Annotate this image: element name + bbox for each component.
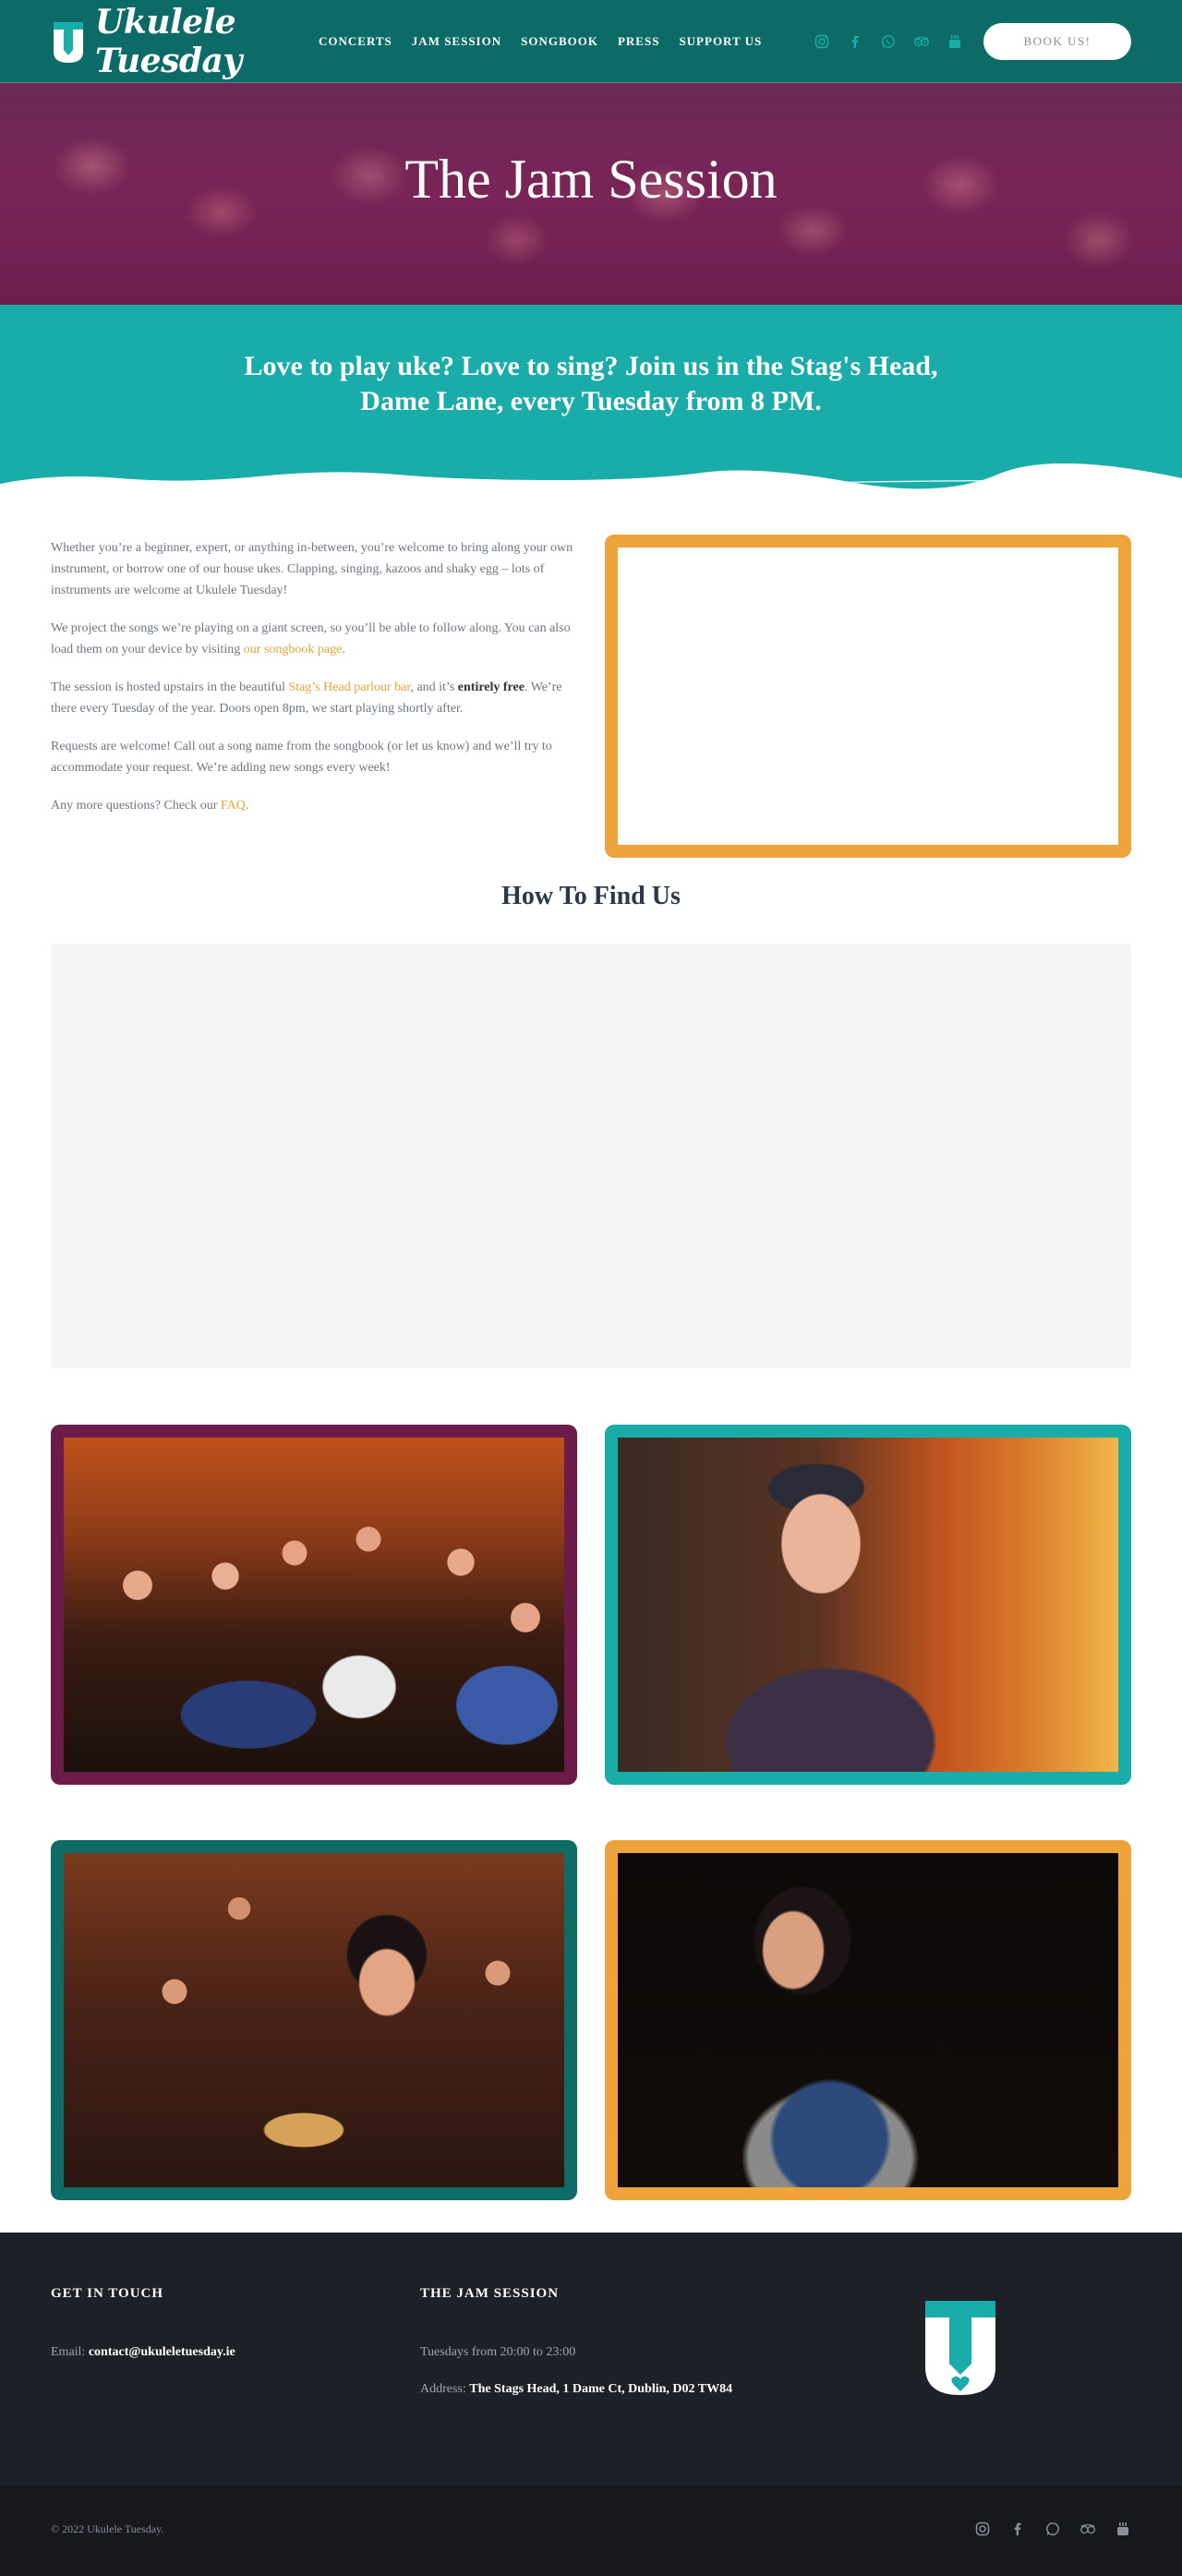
email-link[interactable]: contact@ukuleletuesday.ie bbox=[89, 2345, 235, 2359]
photo-singer-ukulele bbox=[64, 1853, 564, 2187]
instagram-icon[interactable] bbox=[974, 2521, 991, 2537]
intro-paragraph-4: Requests are welcome! Call out a song na… bbox=[51, 740, 552, 775]
session-hours: Tuesdays from 20:00 to 23:00 bbox=[420, 2345, 576, 2359]
whatsapp-icon[interactable] bbox=[1044, 2521, 1061, 2537]
nav-concerts[interactable]: CONCERTS bbox=[319, 34, 392, 49]
hero-banner: The Jam Session bbox=[0, 83, 1182, 305]
session-address: Address: The Stags Head, 1 Dame Ct, Dubl… bbox=[420, 2382, 732, 2397]
footer-email: Email: contact@ukuleletuesday.ie bbox=[51, 2345, 235, 2360]
footer-bottom-bar: © 2022 Ukulele Tuesday. bbox=[0, 2486, 1182, 2576]
copyright-text: © 2022 Ukulele Tuesday. bbox=[51, 2522, 164, 2535]
book-us-button[interactable]: BOOK US! bbox=[983, 22, 1131, 60]
intro-text-span: , and it’s bbox=[410, 680, 458, 694]
entirely-free-emphasis: entirely free bbox=[457, 680, 525, 694]
intro-paragraph-2: We project the songs we’re playing on a … bbox=[51, 618, 577, 660]
video-embed[interactable] bbox=[605, 535, 1131, 858]
page-title: The Jam Session bbox=[404, 149, 778, 210]
photo-frame-teal bbox=[605, 1425, 1131, 1785]
photo-crowd-ukuleles bbox=[64, 1438, 564, 1772]
stags-head-link[interactable]: Stag’s Head parlour bar bbox=[288, 680, 410, 694]
ukulele-logo-icon bbox=[51, 18, 86, 65]
intro-paragraph-3: The session is hosted upstairs in the be… bbox=[51, 677, 577, 719]
intro-text-span: . bbox=[245, 799, 249, 813]
nav-support-us[interactable]: SUPPORT US bbox=[679, 34, 762, 49]
footer-logo-icon bbox=[922, 2295, 999, 2403]
intro-text: Whether you’re a beginner, expert, or an… bbox=[51, 537, 577, 833]
logo-wordmark: Ukulele Tuesday bbox=[95, 2, 242, 80]
youtube-icon[interactable] bbox=[1115, 2521, 1131, 2537]
intro-text-span: Any more questions? Check our bbox=[51, 799, 221, 813]
photo-player-headphones bbox=[618, 1438, 1118, 1772]
songbook-link[interactable]: our songbook page bbox=[244, 643, 343, 656]
nav-press[interactable]: PRESS bbox=[618, 34, 659, 49]
site-footer: GET IN TOUCH Email: contact@ukuleletuesd… bbox=[0, 2233, 1182, 2486]
nav-jam-session[interactable]: JAM SESSION bbox=[412, 34, 501, 49]
get-in-touch-heading: GET IN TOUCH bbox=[51, 2286, 164, 2301]
address-value: The Stags Head, 1 Dame Ct, Dublin, D02 T… bbox=[469, 2382, 733, 2396]
facebook-icon[interactable] bbox=[847, 33, 863, 50]
whatsapp-icon[interactable] bbox=[880, 33, 897, 50]
instagram-icon[interactable] bbox=[814, 33, 830, 50]
main-nav: CONCERTS JAM SESSION SONGBOOK PRESS SUPP… bbox=[319, 34, 762, 49]
faq-link[interactable]: FAQ bbox=[221, 799, 246, 813]
address-label: Address: bbox=[420, 2382, 470, 2396]
site-header: Ukulele Tuesday CONCERTS JAM SESSION SON… bbox=[0, 0, 1182, 83]
intro-paragraph-5: Any more questions? Check our FAQ. bbox=[51, 795, 577, 816]
tripadvisor-icon[interactable] bbox=[913, 33, 930, 50]
photo-frame-dark-teal bbox=[51, 1840, 577, 2200]
tripadvisor-icon[interactable] bbox=[1079, 2521, 1096, 2537]
site-logo[interactable]: Ukulele Tuesday bbox=[51, 3, 319, 80]
photo-frame-purple bbox=[51, 1425, 577, 1785]
jam-session-heading: THE JAM SESSION bbox=[420, 2286, 560, 2301]
email-label: Email: bbox=[51, 2345, 89, 2359]
wave-divider bbox=[0, 463, 1182, 500]
how-to-find-us-heading: How To Find Us bbox=[501, 882, 681, 910]
intro-text-span: The session is hosted upstairs in the be… bbox=[51, 680, 289, 694]
footer-social-links bbox=[974, 2521, 1131, 2537]
intro-headline: Love to play uke? Love to sing? Join us … bbox=[0, 349, 1182, 419]
photo-frame-orange bbox=[605, 1840, 1131, 2200]
intro-paragraph-1: Whether you’re a beginner, expert, or an… bbox=[51, 541, 573, 597]
intro-headline-line-1: Love to play uke? Love to sing? Join us … bbox=[244, 351, 938, 381]
intro-band: Love to play uke? Love to sing? Join us … bbox=[0, 305, 1182, 500]
nav-songbook[interactable]: SONGBOOK bbox=[521, 34, 598, 49]
intro-section: Whether you’re a beginner, expert, or an… bbox=[0, 500, 1182, 870]
facebook-icon[interactable] bbox=[1009, 2521, 1026, 2537]
intro-text-span: . bbox=[342, 643, 345, 656]
intro-headline-line-2: Dame Lane, every Tuesday from 8 PM. bbox=[360, 386, 822, 416]
header-social-links bbox=[814, 33, 963, 50]
map-embed[interactable] bbox=[51, 944, 1131, 1368]
photo-player-dark bbox=[618, 1853, 1118, 2187]
youtube-icon[interactable] bbox=[947, 33, 963, 50]
